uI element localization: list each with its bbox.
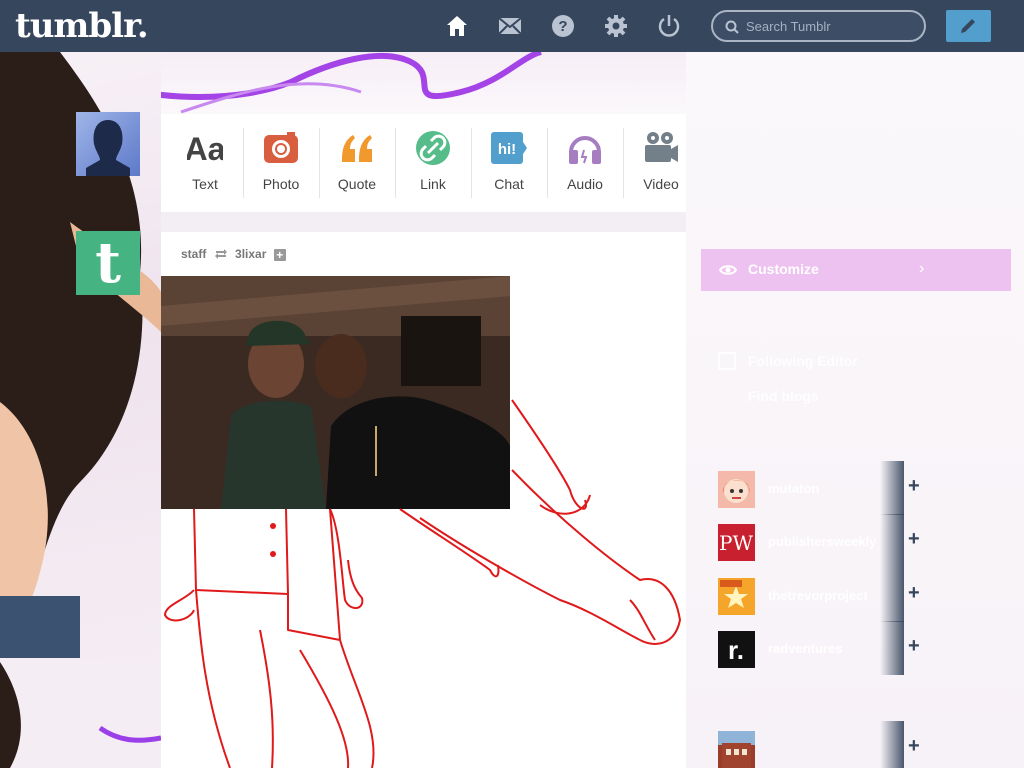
find-blogs-link[interactable]: Find blogs xyxy=(748,388,819,404)
following-editor-link[interactable]: Following Editor xyxy=(748,353,858,369)
video-camera-icon xyxy=(643,130,679,166)
link-icon xyxy=(415,130,451,166)
compose-post-button[interactable] xyxy=(946,10,991,42)
blog-avatar[interactable] xyxy=(718,731,755,768)
user-avatar[interactable] xyxy=(76,112,140,176)
svg-text:r.: r. xyxy=(728,635,744,665)
svg-text:hi!: hi! xyxy=(498,141,516,158)
post-type-label: Chat xyxy=(494,176,524,192)
blog-name: radventures xyxy=(768,641,843,656)
gear-icon[interactable] xyxy=(604,14,628,38)
customize-link[interactable]: Customize › xyxy=(701,249,1011,291)
headphones-icon xyxy=(567,130,603,166)
chevron-right-icon: › xyxy=(919,260,925,277)
plus-icon: + xyxy=(908,735,920,757)
post-type-bar: Aa Text Photo Quote Link hi! Chat Audio … xyxy=(161,114,686,212)
post-type-label: Link xyxy=(420,176,446,192)
blog-avatar[interactable]: PW xyxy=(718,524,755,561)
pencil-icon xyxy=(961,19,975,33)
post-type-label: Photo xyxy=(262,176,300,192)
eye-icon xyxy=(719,265,737,275)
follow-button[interactable]: + xyxy=(904,514,944,568)
follow-button[interactable]: + xyxy=(904,568,944,622)
post-type-label: Quote xyxy=(337,176,377,192)
post-type-link[interactable]: Link xyxy=(395,114,471,212)
chat-icon: hi! xyxy=(491,130,527,166)
post-type-quote[interactable]: Quote xyxy=(319,114,395,212)
plus-icon: + xyxy=(908,582,920,604)
following-icon xyxy=(718,352,736,370)
background-header-art xyxy=(161,52,686,114)
search-box[interactable] xyxy=(711,10,926,42)
quote-icon xyxy=(339,130,375,166)
post-type-label: Text xyxy=(192,176,218,192)
post-type-photo[interactable]: Photo xyxy=(243,114,319,212)
post-type-text[interactable]: Aa Text xyxy=(167,114,243,212)
text-icon: Aa xyxy=(187,130,223,166)
blog-avatar[interactable]: r. xyxy=(718,631,755,668)
customize-label: Customize xyxy=(748,261,819,277)
recommended-blog[interactable]: PW publishersweekly + xyxy=(718,514,1004,570)
mail-icon[interactable] xyxy=(498,14,522,38)
follow-button[interactable]: + xyxy=(904,721,944,768)
recommended-blog[interactable]: mutaton + xyxy=(718,461,1004,517)
follow-button[interactable]: + xyxy=(904,621,944,675)
dashboard-post: staff 3lixar + xyxy=(161,232,686,768)
recommended-blog[interactable]: + xyxy=(718,721,1004,768)
plus-icon: + xyxy=(908,635,920,657)
power-icon[interactable] xyxy=(657,14,681,38)
svg-text:?: ? xyxy=(558,18,567,35)
post-type-chat[interactable]: hi! Chat xyxy=(471,114,547,212)
plus-icon: + xyxy=(908,475,920,497)
blog-name: mutaton xyxy=(768,481,820,496)
post-type-video[interactable]: Video xyxy=(623,114,699,212)
recommended-blog[interactable]: thetrevorproject + xyxy=(718,568,1004,624)
help-icon[interactable]: ? xyxy=(551,14,575,38)
follow-plus-icon[interactable]: + xyxy=(273,249,286,261)
top-navigation-bar: tumblr. ? xyxy=(0,0,1024,52)
reblog-icon xyxy=(214,249,227,259)
post-type-label: Audio xyxy=(567,176,603,192)
post-author-link[interactable]: staff xyxy=(181,247,206,261)
home-icon[interactable] xyxy=(445,14,469,38)
post-header: staff 3lixar + xyxy=(181,247,286,261)
search-input[interactable] xyxy=(746,17,916,35)
search-icon xyxy=(725,20,739,34)
post-type-label: Video xyxy=(643,176,679,192)
blog-avatar[interactable] xyxy=(718,578,755,615)
camera-icon xyxy=(263,130,299,166)
reblogged-from-link[interactable]: 3lixar xyxy=(235,247,266,261)
tumblr-logo[interactable]: tumblr. xyxy=(15,6,149,46)
plus-icon: + xyxy=(908,528,920,550)
blog-name: publishersweekly xyxy=(768,534,877,549)
staff-avatar[interactable]: t xyxy=(76,231,140,295)
follow-button[interactable]: + xyxy=(904,461,944,515)
blog-avatar[interactable] xyxy=(718,471,755,508)
tumblr-t-icon: t xyxy=(95,230,121,296)
blog-name: thetrevorproject xyxy=(768,588,868,603)
svg-text:Aa: Aa xyxy=(187,131,223,166)
post-type-audio[interactable]: Audio xyxy=(547,114,623,212)
svg-text:PW: PW xyxy=(719,531,753,555)
recommended-blog[interactable]: r. radventures + xyxy=(718,621,1004,677)
post-photo[interactable] xyxy=(161,276,510,509)
